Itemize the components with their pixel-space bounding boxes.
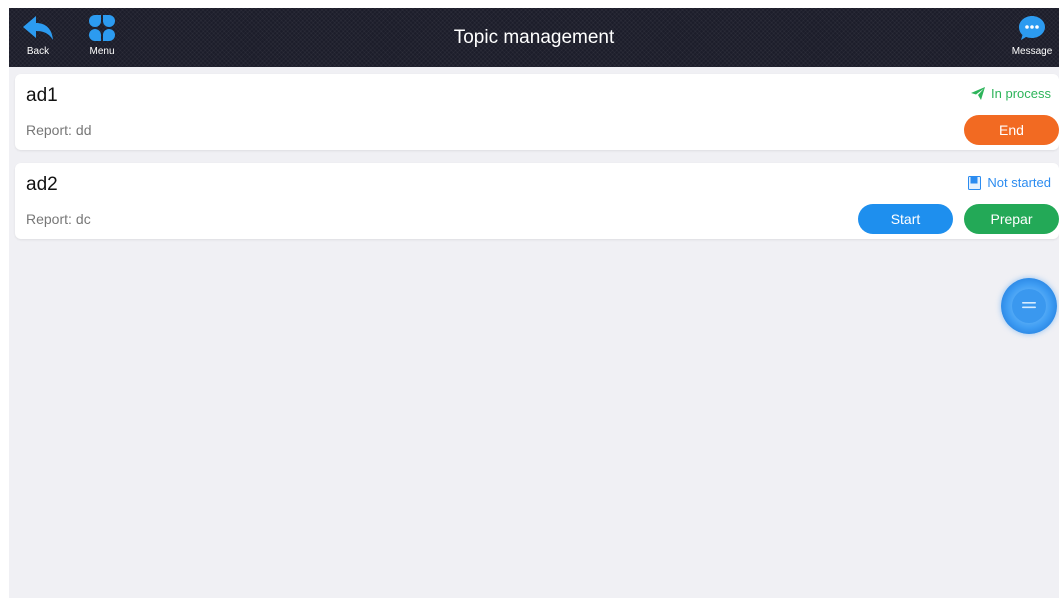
document-icon xyxy=(968,175,982,190)
status-text: Not started xyxy=(987,175,1051,190)
status-badge: In process xyxy=(971,86,1051,101)
report-value: dd xyxy=(75,122,92,138)
floating-menu-button[interactable] xyxy=(1001,278,1057,334)
report-line: Report: dc xyxy=(26,211,91,227)
back-button[interactable]: Back xyxy=(12,13,64,63)
page-title: Topic management xyxy=(453,27,615,48)
topic-name: ad1 xyxy=(26,85,58,106)
paper-plane-icon xyxy=(971,87,986,100)
start-button[interactable]: Start xyxy=(858,204,953,234)
app-window: Back Menu Topic management Message ad1 R… xyxy=(9,8,1059,598)
chat-bubble-icon xyxy=(1017,13,1047,43)
message-button[interactable]: Message xyxy=(1004,13,1059,63)
report-label: Report: xyxy=(26,122,72,138)
menu-button[interactable]: Menu xyxy=(76,13,128,63)
message-label: Message xyxy=(1011,46,1053,57)
header-bar: Back Menu Topic management Message xyxy=(9,8,1059,67)
report-line: Report: dd xyxy=(26,122,92,138)
menu-label: Menu xyxy=(89,46,115,57)
list-menu-icon xyxy=(1012,289,1046,323)
topic-name: ad2 xyxy=(26,174,58,195)
back-label: Back xyxy=(26,46,50,57)
four-petal-grid-icon xyxy=(87,13,117,43)
topic-card[interactable]: ad2 Report: dc Not started Start Prepar xyxy=(15,163,1059,239)
report-value: dc xyxy=(75,211,91,227)
topic-card[interactable]: ad1 Report: dd In process End xyxy=(15,74,1059,150)
status-badge: Not started xyxy=(968,175,1051,190)
prepare-button[interactable]: Prepar xyxy=(964,204,1059,234)
report-label: Report: xyxy=(26,211,72,227)
back-arrow-icon xyxy=(21,13,55,43)
end-button[interactable]: End xyxy=(964,115,1059,145)
status-text: In process xyxy=(991,86,1051,101)
